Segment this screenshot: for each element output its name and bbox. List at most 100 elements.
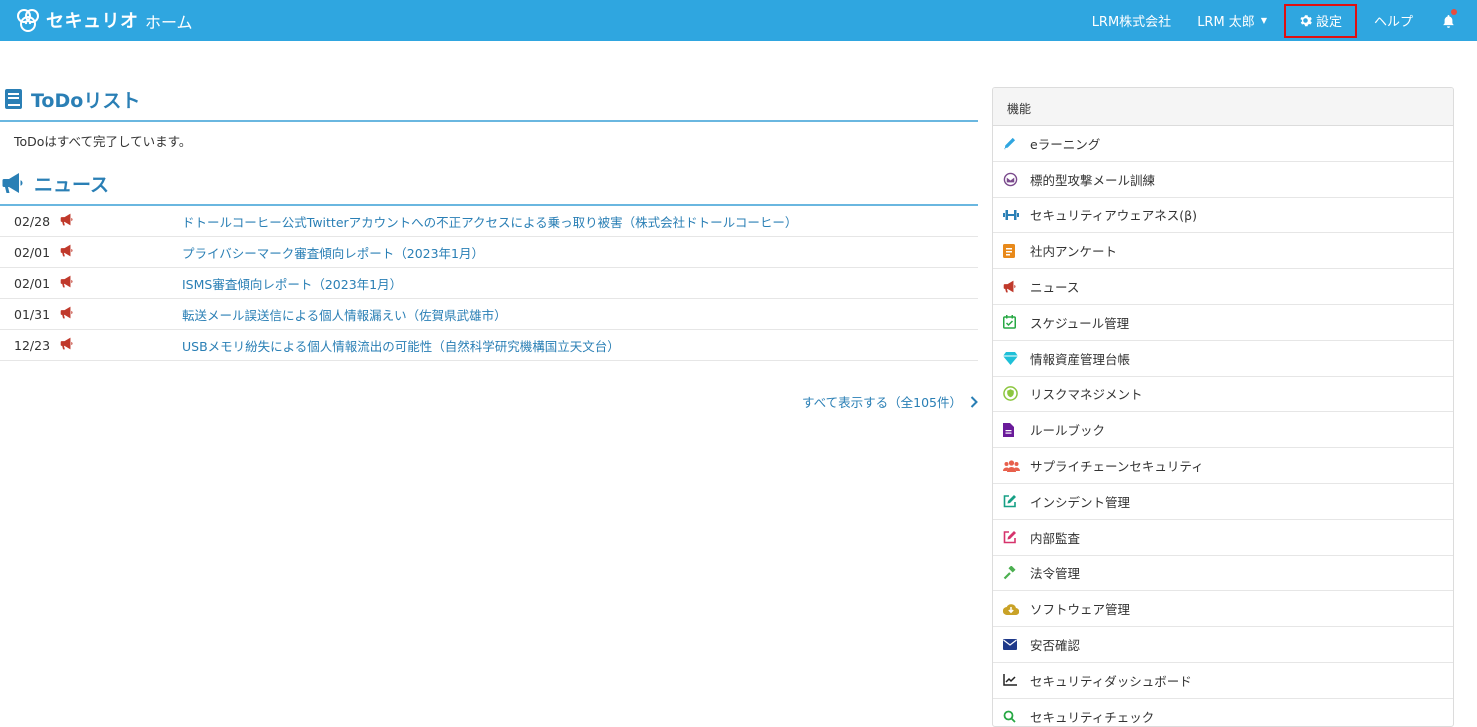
megaphone-icon [54, 244, 182, 261]
notifications-button[interactable] [1426, 0, 1477, 41]
feature-item-security-dashboard[interactable]: セキュリティダッシュボード [993, 663, 1453, 699]
feature-item-law-management[interactable]: 法令管理 [993, 556, 1453, 592]
news-list: 02/28 ドトールコーヒー公式Twitterアカウントへの不正アクセスによる乗… [0, 206, 978, 361]
news-link[interactable]: USBメモリ紛失による個人情報流出の可能性（自然科学研究機構国立天文台） [182, 336, 620, 355]
feature-item-survey[interactable]: 社内アンケート [993, 233, 1453, 270]
main-content: ToDoリスト ToDoはすべて完了しています。 ニュース 02/28 ドトール… [0, 86, 978, 410]
feature-label: 内部監査 [1030, 530, 1081, 546]
megaphone-icon [54, 306, 182, 323]
feature-item-software-management[interactable]: ソフトウェア管理 [993, 591, 1453, 628]
feature-label: セキュリティアウェアネス(β) [1030, 208, 1197, 224]
news-row: 02/01 プライバシーマーク審査傾向レポート（2023年1月） [0, 237, 978, 268]
help-link[interactable]: ヘルプ [1361, 0, 1426, 41]
feature-label: インシデント管理 [1030, 494, 1131, 510]
feature-label: リスクマネジメント [1030, 387, 1143, 403]
feature-item-news[interactable]: ニュース [993, 269, 1453, 305]
feature-label: セキュリティチェック [1030, 709, 1155, 725]
feature-item-schedule[interactable]: スケジュール管理 [993, 305, 1453, 341]
show-all-news-link[interactable]: すべて表示する（全105件） [802, 392, 978, 411]
feature-item-incident[interactable]: インシデント管理 [993, 484, 1453, 520]
chevron-right-icon [970, 395, 978, 408]
brand-name: セキュリオ [46, 11, 139, 32]
news-title: ニュース [34, 173, 110, 196]
feature-item-supply-chain[interactable]: サプライチェーンセキュリティ [993, 448, 1453, 484]
dumbbell-icon [1003, 209, 1029, 221]
gear-icon [1300, 15, 1312, 27]
news-date: 02/01 [14, 244, 51, 260]
feature-label: 情報資産管理台帳 [1030, 351, 1131, 367]
feature-item-phishing-training[interactable]: 標的型攻撃メール訓練 [993, 162, 1453, 198]
news-link[interactable]: ドトールコーヒー公式Twitterアカウントへの不正アクセスによる乗っ取り被害（… [182, 212, 797, 231]
megaphone-icon [1003, 280, 1029, 293]
user-name: LRM 太郎 [1197, 15, 1255, 30]
diamond-icon [1003, 351, 1029, 365]
news-date: 12/23 [14, 337, 51, 353]
book-icon [5, 89, 22, 109]
feature-label: セキュリティダッシュボード [1030, 673, 1192, 689]
cloud-download-icon [1003, 603, 1029, 615]
feature-label: ニュース [1030, 280, 1080, 296]
news-heading: ニュース [2, 170, 978, 196]
survey-icon [1003, 243, 1029, 258]
feature-label: 社内アンケート [1030, 244, 1118, 260]
feature-label: 安否確認 [1030, 638, 1081, 654]
settings-label: 設定 [1315, 15, 1342, 30]
feature-label: eラーニング [1030, 136, 1101, 152]
feature-item-rulebook[interactable]: ルールブック [993, 412, 1453, 449]
notification-dot [1451, 9, 1457, 15]
news-row: 02/01 ISMS審査傾向レポート（2023年1月） [0, 268, 978, 299]
news-date: 02/01 [14, 275, 51, 291]
feature-item-elearning[interactable]: eラーニング [993, 126, 1453, 162]
user-menu[interactable]: LRM 太郎 ▼ [1184, 0, 1280, 41]
edit-icon [1003, 530, 1029, 544]
caret-down-icon: ▼ [1260, 16, 1267, 25]
navbar-right: LRM株式会社 LRM 太郎 ▼ 設定 ヘルプ [1079, 0, 1477, 41]
file-icon [1003, 422, 1029, 437]
features-panel-title: 機能 [993, 88, 1453, 126]
feature-label: 法令管理 [1030, 566, 1081, 582]
feature-label: スケジュール管理 [1030, 315, 1130, 331]
feature-label: 標的型攻撃メール訓練 [1030, 172, 1156, 188]
shield-icon [1003, 386, 1029, 402]
news-link[interactable]: ISMS審査傾向レポート（2023年1月） [182, 274, 402, 293]
megaphone-icon [54, 213, 182, 230]
megaphone-icon [54, 337, 182, 354]
settings-button[interactable]: 設定 [1283, 3, 1357, 38]
brand-logo-icon [17, 9, 39, 32]
feature-label: ルールブック [1030, 423, 1106, 439]
features-panel: 機能 eラーニング 標的型攻撃メール訓練 セキュリティアウェアネス(β) 社内ア… [992, 87, 1454, 727]
show-all-label: すべて表示する（全105件） [802, 395, 962, 410]
top-navbar: セキュリオ ホーム LRM株式会社 LRM 太郎 ▼ 設定 ヘルプ [0, 0, 1477, 41]
feature-label: サプライチェーンセキュリティ [1030, 459, 1204, 475]
feature-item-internal-audit[interactable]: 内部監査 [993, 520, 1453, 556]
feature-item-risk-management[interactable]: リスクマネジメント [993, 377, 1453, 413]
news-row: 12/23 USBメモリ紛失による個人情報流出の可能性（自然科学研究機構国立天文… [0, 330, 978, 361]
feature-item-safety-check[interactable]: 安否確認 [993, 627, 1453, 663]
feature-item-asset-ledger[interactable]: 情報資産管理台帳 [993, 341, 1453, 377]
bell-icon [1443, 14, 1454, 28]
users-icon [1003, 459, 1029, 472]
search-icon [1003, 710, 1029, 723]
news-row: 01/31 転送メール誤送信による個人情報漏えい（佐賀県武雄市） [0, 299, 978, 330]
todo-title: ToDoリスト [31, 89, 141, 112]
brand-logo-link[interactable]: セキュリオ [14, 6, 139, 34]
feature-label: ソフトウェア管理 [1030, 602, 1131, 618]
news-link[interactable]: プライバシーマーク審査傾向レポート（2023年1月） [182, 243, 484, 262]
feature-item-awareness[interactable]: セキュリティアウェアネス(β) [993, 198, 1453, 234]
target-mail-icon [1003, 172, 1029, 187]
edit-icon [1003, 494, 1029, 508]
news-date: 02/28 [14, 213, 51, 229]
line-chart-icon [1003, 674, 1029, 687]
home-link[interactable]: ホーム [145, 9, 193, 33]
envelope-icon [1003, 639, 1029, 651]
news-row: 02/28 ドトールコーヒー公式Twitterアカウントへの不正アクセスによる乗… [0, 206, 978, 237]
company-name[interactable]: LRM株式会社 [1079, 0, 1185, 41]
pencil-icon [1003, 137, 1029, 150]
news-link[interactable]: 転送メール誤送信による個人情報漏えい（佐賀県武雄市） [182, 305, 507, 324]
todo-message: ToDoはすべて完了しています。 [14, 134, 192, 149]
megaphone-icon [54, 275, 182, 292]
calendar-check-icon [1003, 315, 1029, 330]
news-date: 01/31 [14, 306, 51, 322]
todo-heading: ToDoリスト [4, 86, 978, 112]
gavel-icon [1003, 565, 1029, 580]
